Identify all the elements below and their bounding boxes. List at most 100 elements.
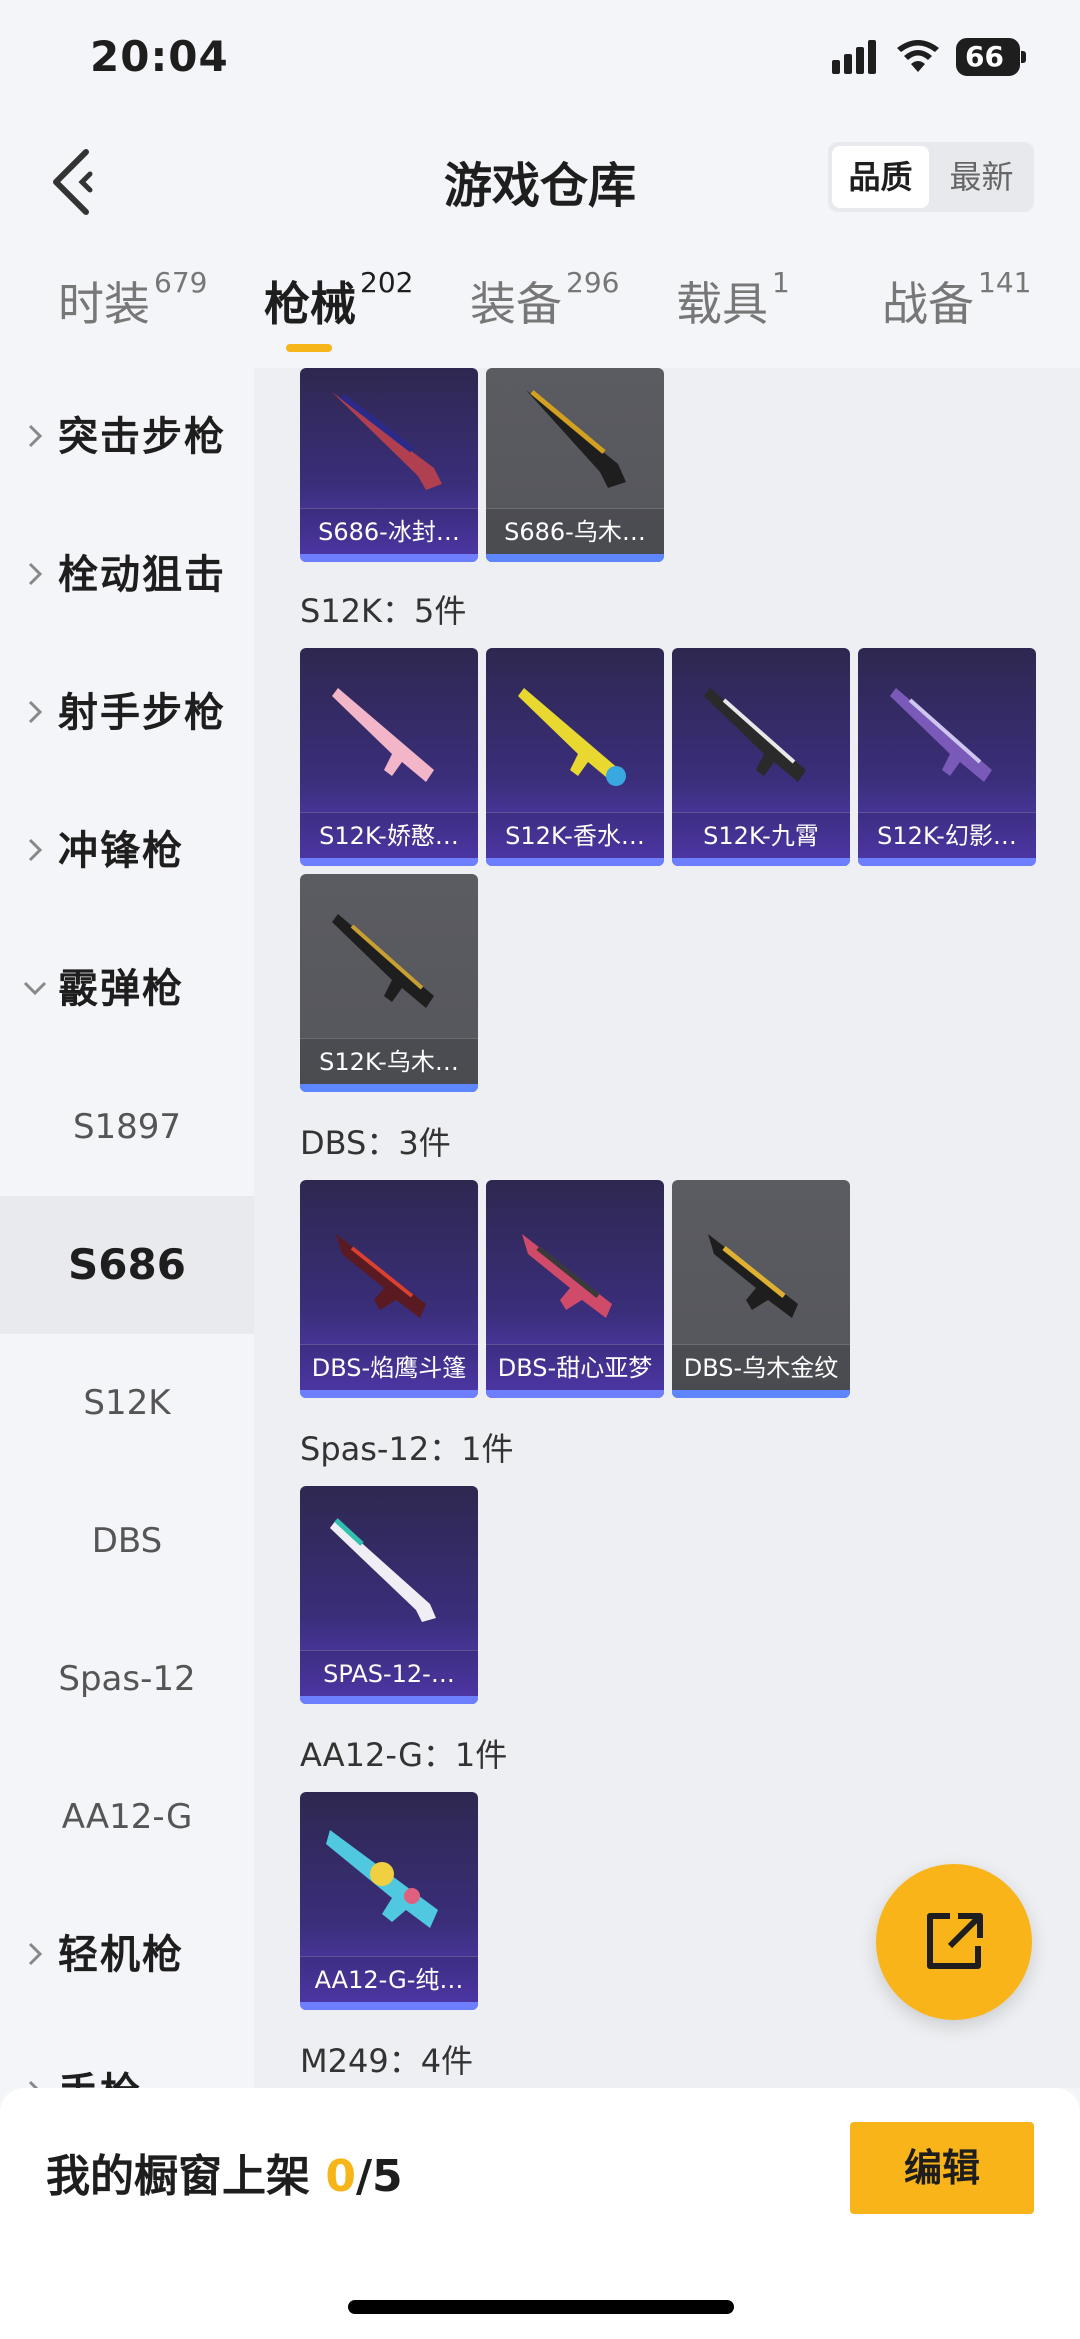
skin-card[interactable]: DBS-甜心亚梦 <box>486 1180 664 1398</box>
status-bar: 20:04 66 <box>0 0 1080 120</box>
skin-card[interactable]: S686-乌木… <box>486 368 664 562</box>
skin-card-name: S686-乌木… <box>486 508 664 554</box>
shotgun-skin-icon <box>332 688 434 782</box>
chevron-right-icon <box>28 1942 43 1966</box>
skin-card[interactable]: S12K-九霄 <box>672 648 850 866</box>
sidebar-item-label: 冲锋枪 <box>58 828 184 874</box>
tab-fashion[interactable]: 时装 679 <box>58 266 207 334</box>
cellular-signal-icon <box>832 40 876 74</box>
chevron-right-icon <box>28 700 43 724</box>
home-indicator <box>348 2300 734 2314</box>
group-heading-m249: M249：4件 <box>300 2042 474 2080</box>
tab-count: 296 <box>566 266 620 299</box>
battery-icon: 66 <box>956 38 1026 76</box>
sidebar-item-marksman-rifle[interactable]: 射手步枪 <box>0 644 254 782</box>
sidebar-item-assault-rifle[interactable]: 突击步枪 <box>0 368 254 506</box>
rarity-bar <box>486 858 664 866</box>
shotgun-skin-icon <box>890 688 992 782</box>
rarity-bar <box>300 1084 478 1092</box>
chevron-right-icon <box>28 562 43 586</box>
sidebar-subitem-dbs[interactable]: DBS <box>0 1472 254 1610</box>
skin-card-name: DBS-焰鹰斗篷 <box>300 1344 478 1390</box>
sort-newest-button[interactable]: 最新 <box>933 146 1030 208</box>
skin-card[interactable]: S12K-娇憨… <box>300 648 478 866</box>
showcase-current-count: 0 <box>325 2151 356 2202</box>
skin-card-name: DBS-甜心亚梦 <box>486 1344 664 1390</box>
sidebar-item-smg[interactable]: 冲锋枪 <box>0 782 254 920</box>
skin-card[interactable]: S12K-香水… <box>486 648 664 866</box>
tab-firearms[interactable]: 枪械 202 <box>264 266 413 352</box>
sidebar-item-label: 轻机枪 <box>58 1932 184 1978</box>
category-tabs: 时装 679 枪械 202 装备 296 载具 1 战备 141 <box>0 266 1080 368</box>
skin-card-name: S12K-娇憨… <box>300 812 478 858</box>
tab-label: 战备 <box>882 277 974 331</box>
skin-card[interactable]: SPAS-12-… <box>300 1486 478 1704</box>
status-time: 20:04 <box>90 32 229 81</box>
showcase-label: 我的橱窗上架 <box>46 2151 310 2202</box>
skin-card-name: S12K-乌木… <box>300 1038 478 1084</box>
skin-card-name: S12K-九霄 <box>672 812 850 858</box>
group-heading-spas12: Spas-12：1件 <box>300 1430 514 1468</box>
rarity-bar <box>300 1696 478 1704</box>
sort-quality-button[interactable]: 品质 <box>832 146 929 208</box>
showcase-bar: 我的橱窗上架 0/5 编辑 <box>0 2088 1080 2339</box>
shotgun-skin-icon <box>704 688 806 782</box>
sidebar-item-shotgun[interactable]: 霰弹枪 <box>0 920 254 1058</box>
shotgun-skin-icon <box>332 914 434 1008</box>
rarity-bar <box>486 1390 664 1398</box>
chevron-right-icon <box>28 2080 39 2088</box>
sidebar-item-pistol[interactable]: 手枪 <box>0 2024 254 2088</box>
showcase-total: /5 <box>355 2151 403 2202</box>
active-tab-indicator <box>286 344 332 352</box>
shotgun-skin-icon <box>522 1234 612 1318</box>
skin-card[interactable]: AA12-G-纯… <box>300 1792 478 2010</box>
skin-card-name: DBS-乌木金纹 <box>672 1344 850 1390</box>
shotgun-skin-icon <box>518 688 626 786</box>
tab-vehicles[interactable]: 载具 1 <box>676 266 790 334</box>
skin-card[interactable]: S12K-乌木… <box>300 874 478 1092</box>
tab-label: 载具 <box>676 277 768 331</box>
sidebar-subitem-s686[interactable]: S686 <box>0 1196 254 1334</box>
rarity-bar <box>486 554 664 562</box>
rarity-bar <box>300 2002 478 2010</box>
tab-count: 141 <box>978 266 1032 299</box>
rarity-bar <box>300 858 478 866</box>
rarity-bar <box>300 554 478 562</box>
tab-count: 1 <box>772 266 790 299</box>
skin-card[interactable]: S12K-幻影… <box>858 648 1036 866</box>
skin-card-name: S12K-香水… <box>486 812 664 858</box>
sidebar-item-bolt-sniper[interactable]: 栓动狙击 <box>0 506 254 644</box>
edit-button[interactable]: 编辑 <box>850 2122 1034 2214</box>
sidebar-item-lmg[interactable]: 轻机枪 <box>0 1886 254 2024</box>
group-heading-aa12g: AA12-G：1件 <box>300 1736 508 1774</box>
skin-card-name: S686-冰封… <box>300 508 478 554</box>
chevron-right-icon <box>28 838 43 862</box>
sidebar-subitem-s12k[interactable]: S12K <box>0 1334 254 1472</box>
wifi-icon <box>897 40 939 72</box>
shotgun-skin-icon <box>336 1234 426 1318</box>
sidebar-subitem-spas12[interactable]: Spas-12 <box>0 1610 254 1748</box>
sidebar-subitem-s1897[interactable]: S1897 <box>0 1058 254 1196</box>
shotgun-skin-icon <box>332 392 442 490</box>
tab-label: 装备 <box>470 277 562 331</box>
tab-equipment[interactable]: 装备 296 <box>470 266 620 334</box>
skin-card[interactable]: DBS-焰鹰斗篷 <box>300 1180 478 1398</box>
shotgun-skin-icon <box>326 1830 438 1928</box>
group-heading-dbs: DBS：3件 <box>300 1124 451 1162</box>
share-button[interactable] <box>876 1864 1032 2020</box>
skin-card[interactable]: S686-冰封… <box>300 368 478 562</box>
chevron-down-icon <box>23 981 47 996</box>
rarity-bar <box>672 858 850 866</box>
shotgun-skin-icon <box>526 390 626 488</box>
header: 游戏仓库 品质 最新 <box>0 120 1080 240</box>
sidebar-subitem-aa12g[interactable]: AA12-G <box>0 1748 254 1886</box>
tab-supplies[interactable]: 战备 141 <box>882 266 1032 334</box>
shotgun-skin-icon <box>330 1518 436 1622</box>
skin-card-name: AA12-G-纯… <box>300 1956 478 2002</box>
group-heading-s12k: S12K：5件 <box>300 592 467 630</box>
tab-label: 时装 <box>58 277 150 331</box>
battery-level: 66 <box>965 40 1004 73</box>
sidebar-item-label: 栓动狙击 <box>58 552 226 598</box>
share-external-icon <box>927 1913 983 1969</box>
skin-card[interactable]: DBS-乌木金纹 <box>672 1180 850 1398</box>
